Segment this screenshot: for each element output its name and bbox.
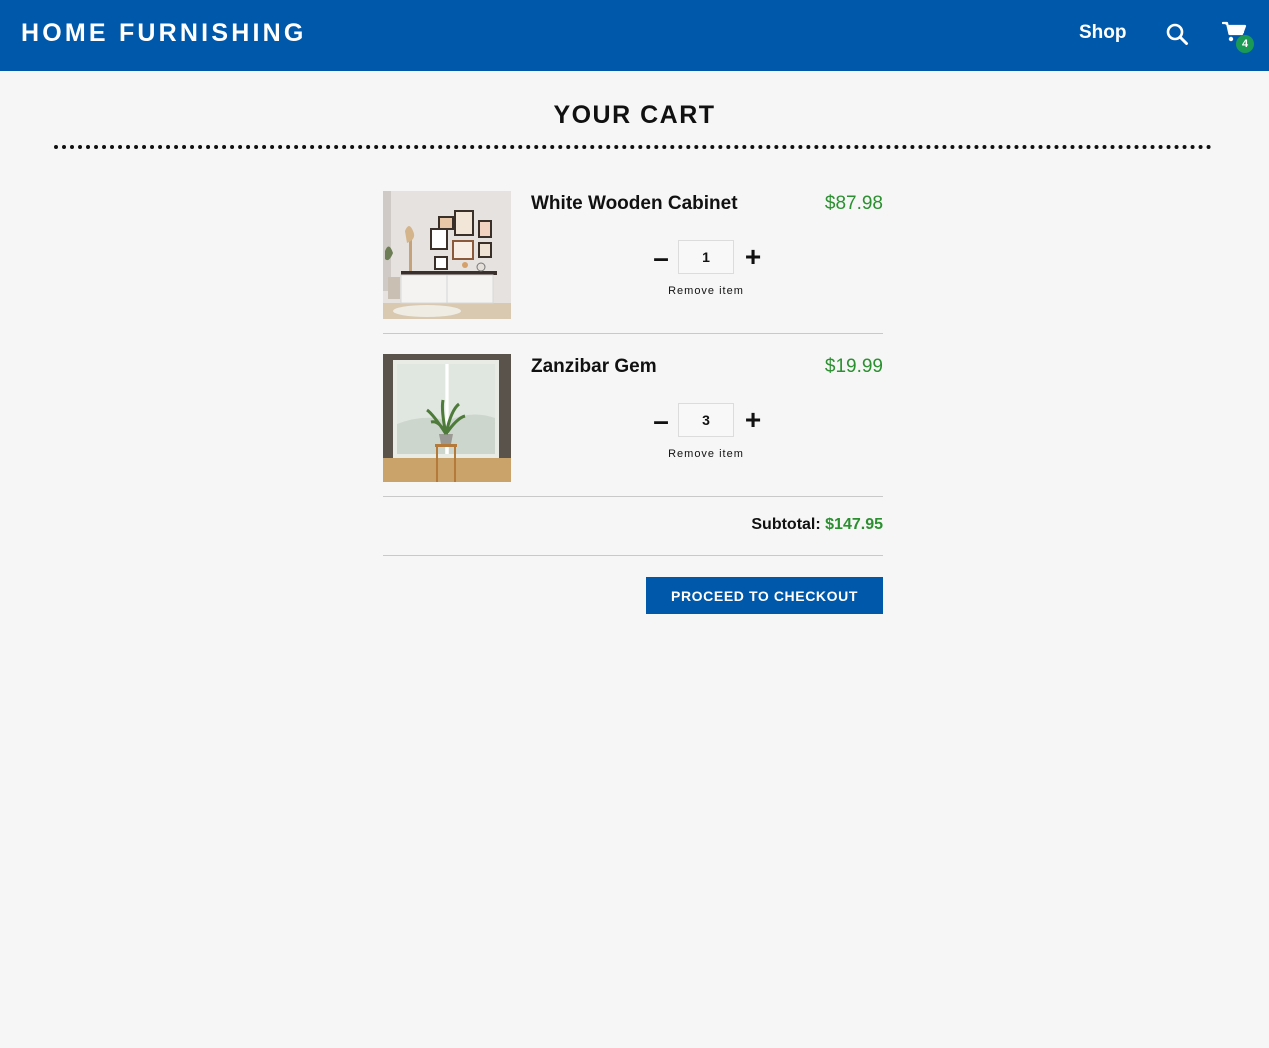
quantity-increase-button[interactable]: + xyxy=(743,406,763,434)
subtotal-row: Subtotal: $147.95 xyxy=(383,497,883,556)
product-price: $19.99 xyxy=(824,356,883,377)
remove-item-link[interactable]: Remove item xyxy=(631,285,781,297)
quantity-input[interactable] xyxy=(678,240,734,274)
page-title: YOUR CART xyxy=(553,101,716,129)
product-name[interactable]: Zanzibar Gem xyxy=(531,356,657,378)
cart-item: White Wooden Cabinet $87.98 – + Remove i… xyxy=(383,191,883,334)
nav-shop-link[interactable]: Shop xyxy=(1079,22,1127,44)
remove-item-link[interactable]: Remove item xyxy=(631,448,781,460)
quantity-decrease-button[interactable]: – xyxy=(651,407,671,435)
cart-button[interactable]: 4 xyxy=(1221,20,1256,54)
subtotal-label: Subtotal: xyxy=(751,516,821,533)
product-price: $87.98 xyxy=(824,193,883,214)
search-icon[interactable] xyxy=(1165,22,1189,46)
subtotal-value: $147.95 xyxy=(825,516,883,533)
quantity-decrease-button[interactable]: – xyxy=(651,244,671,272)
product-image[interactable] xyxy=(383,191,511,319)
quantity-input[interactable] xyxy=(678,403,734,437)
cart-item: Zanzibar Gem $19.99 – + Remove item xyxy=(383,354,883,497)
top-navbar: HOME FURNISHING Shop 4 xyxy=(0,0,1269,71)
subtotal: Subtotal: $147.95 xyxy=(751,516,883,534)
brand-logo[interactable]: HOME FURNISHING xyxy=(21,19,307,48)
product-name[interactable]: White Wooden Cabinet xyxy=(531,193,738,215)
proceed-to-checkout-button[interactable]: PROCEED TO CHECKOUT xyxy=(646,577,883,614)
quantity-increase-button[interactable]: + xyxy=(743,243,763,271)
title-divider xyxy=(54,145,1212,149)
cart-count-badge: 4 xyxy=(1236,35,1254,53)
product-image[interactable] xyxy=(383,354,511,482)
